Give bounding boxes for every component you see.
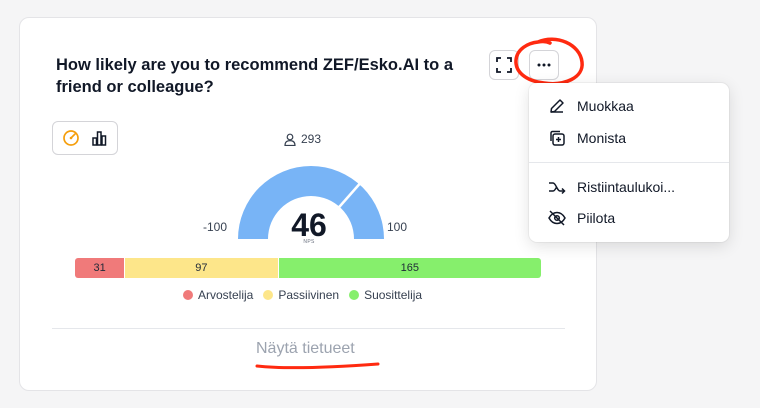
nps-label: NPS [303, 239, 315, 245]
legend-detractors: Arvostelija [183, 288, 253, 302]
card-divider [52, 328, 565, 329]
gauge-icon [63, 130, 79, 146]
view-toggle [52, 121, 118, 155]
legend-detractors-label: Arvostelija [198, 288, 254, 302]
bar-chart-icon [92, 131, 107, 146]
menu-separator [529, 162, 729, 163]
respondent-count-value: 293 [301, 132, 322, 146]
menu-item-edit[interactable]: Muokkaa [547, 94, 634, 118]
legend-passives: Passiivinen [263, 288, 339, 302]
legend-dot-promoters [349, 290, 360, 300]
bar-view-button[interactable] [87, 126, 111, 150]
show-data-link[interactable]: Näytä tietueet [256, 340, 355, 358]
passives-segment: 97 [124, 258, 279, 278]
menu-item-duplicate[interactable]: Monista [547, 126, 626, 150]
duplicate-icon [547, 128, 567, 148]
gauge-view-button[interactable] [59, 126, 83, 150]
annotation-circle [514, 37, 584, 86]
eye-off-icon [547, 208, 567, 228]
legend-promoters: Suosittelija [349, 288, 422, 302]
question-title: How likely are you to recommend ZEF/Esko… [56, 56, 454, 96]
menu-item-hide[interactable]: Piilota [547, 206, 615, 230]
distribution-bar: 31 97 165 [75, 258, 541, 278]
crosstab-icon [547, 177, 567, 197]
annotation-underline [255, 362, 380, 370]
user-icon [284, 133, 296, 146]
legend-passives-label: Passiivinen [278, 288, 340, 302]
options-menu: Muokkaa Monista Ristiintaulukoi... Piilo… [529, 83, 729, 242]
respondent-count: 293 [284, 131, 321, 147]
menu-item-hide-label: Piilota [577, 210, 616, 226]
legend-dot-passives [263, 290, 274, 300]
gauge-max-label: 100 [387, 220, 408, 234]
detractors-segment: 31 [75, 258, 125, 278]
promoters-segment: 165 [278, 258, 541, 278]
menu-item-edit-label: Muokkaa [577, 98, 634, 114]
edit-icon [547, 96, 567, 116]
legend-dot-detractors [183, 290, 193, 300]
menu-item-duplicate-label: Monista [577, 130, 627, 146]
legend-promoters-label: Suosittelija [364, 288, 423, 302]
menu-item-crosstab-label: Ristiintaulukoi... [577, 179, 676, 195]
gauge-min-label: -100 [203, 220, 228, 234]
legend: Arvostelija Passiivinen Suosittelija [183, 288, 422, 302]
menu-item-crosstab[interactable]: Ristiintaulukoi... [547, 175, 675, 199]
